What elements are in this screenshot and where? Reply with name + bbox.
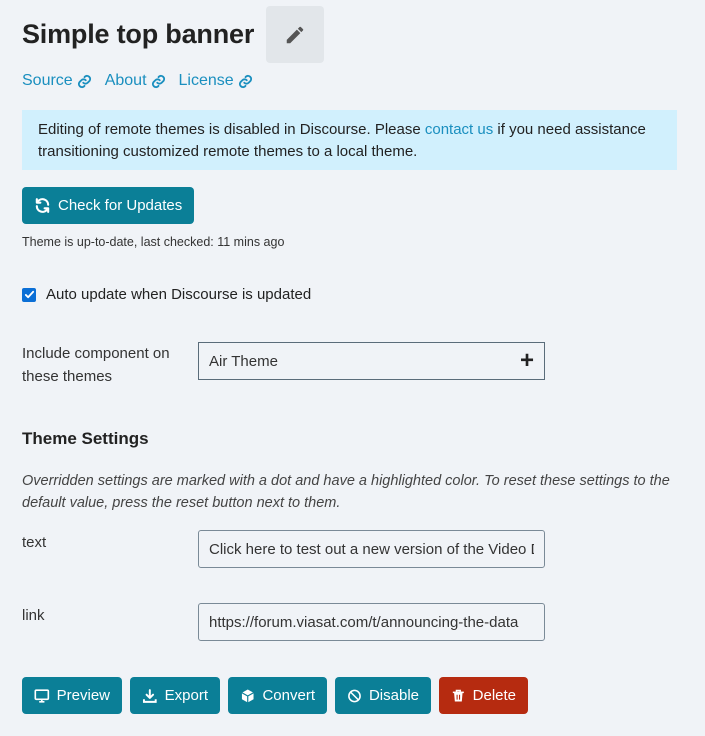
source-link[interactable]: Source bbox=[22, 72, 92, 90]
delete-button[interactable]: Delete bbox=[439, 677, 528, 714]
include-component-selector[interactable]: Air Theme + bbox=[198, 342, 545, 380]
text-input[interactable] bbox=[209, 540, 534, 558]
link-icon bbox=[238, 74, 252, 88]
monitor-icon bbox=[34, 688, 50, 703]
theme-settings-description: Overridden settings are marked with a do… bbox=[22, 473, 670, 511]
preview-button[interactable]: Preview bbox=[22, 677, 122, 714]
page-title: Simple top banner bbox=[22, 19, 255, 49]
license-link[interactable]: License bbox=[179, 72, 253, 90]
convert-button[interactable]: Convert bbox=[228, 677, 327, 714]
cube-icon bbox=[241, 689, 254, 702]
disable-button[interactable]: Disable bbox=[335, 677, 431, 714]
ban-icon bbox=[348, 689, 361, 702]
link-icon bbox=[77, 74, 91, 88]
about-link[interactable]: About bbox=[105, 72, 166, 90]
contact-us-link[interactable]: contact us bbox=[425, 121, 493, 138]
theme-settings-title: Theme Settings bbox=[22, 429, 149, 448]
edit-name-button[interactable] bbox=[266, 6, 325, 63]
header: Simple top banner bbox=[22, 6, 325, 63]
setting-link-input[interactable] bbox=[198, 603, 545, 641]
theme-actions: Preview Export Convert Disable Delete bbox=[22, 677, 528, 714]
remote-theme-notice: Editing of remote themes is disabled in … bbox=[22, 110, 677, 170]
theme-links: Source About License bbox=[22, 72, 253, 90]
setting-text-input[interactable] bbox=[198, 530, 545, 568]
export-button[interactable]: Export bbox=[130, 677, 220, 714]
trash-icon bbox=[452, 689, 464, 701]
setting-link-label: link bbox=[22, 607, 45, 624]
auto-update-checkbox[interactable] bbox=[22, 287, 36, 302]
auto-update-option: Auto update when Discourse is updated bbox=[22, 286, 311, 303]
setting-text-label: text bbox=[22, 534, 47, 551]
link-input[interactable] bbox=[209, 613, 534, 631]
auto-update-label: Auto update when Discourse is updated bbox=[46, 286, 312, 303]
plus-icon[interactable]: + bbox=[520, 349, 534, 373]
selected-theme: Air Theme bbox=[209, 352, 278, 370]
update-status: Theme is up-to-date, last checked: 11 mi… bbox=[22, 235, 285, 249]
pencil-icon bbox=[286, 26, 304, 43]
download-icon bbox=[142, 688, 157, 703]
checkmark-icon bbox=[24, 290, 34, 299]
link-icon bbox=[151, 74, 165, 88]
refresh-icon bbox=[35, 198, 50, 213]
include-component-label: Include component on these themes bbox=[22, 345, 170, 385]
check-for-updates-button[interactable]: Check for Updates bbox=[22, 187, 195, 224]
